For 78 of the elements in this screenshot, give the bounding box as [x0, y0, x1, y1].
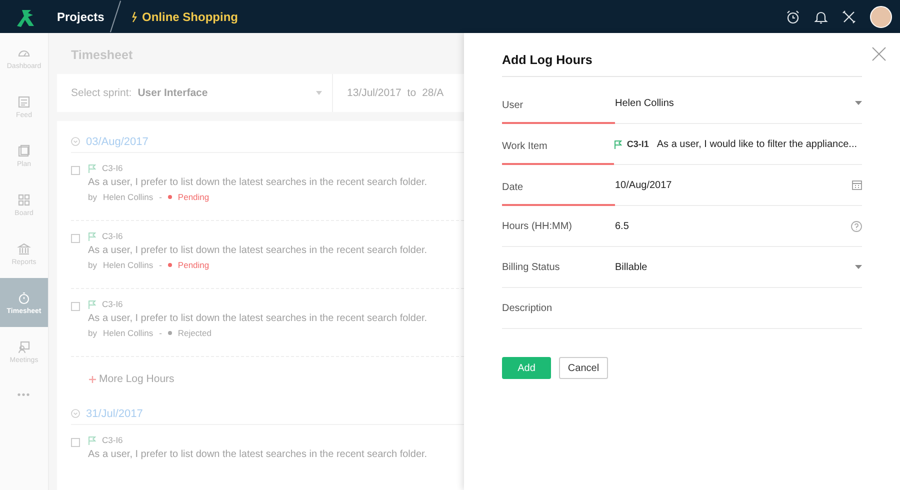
board-icon [17, 192, 31, 206]
separator: - [159, 192, 162, 202]
entry-checkbox[interactable] [71, 166, 80, 175]
input-field[interactable]: Hours (HH:MM) 6.5 [502, 206, 862, 247]
collapse-icon[interactable] [71, 409, 80, 418]
user-name: Helen Collins [102, 260, 154, 270]
close-icon[interactable] [872, 47, 886, 61]
field-label: Date [502, 180, 615, 206]
field-value: As a user, I would like to filter the appliance... [656, 138, 857, 150]
status-text: Pending [178, 192, 210, 202]
range-to: to [407, 87, 416, 99]
input-field[interactable]: Date 10/Aug/2017 [502, 165, 862, 206]
item-id: C3-I6 [102, 231, 123, 241]
work-item-id: C3-I1 [626, 139, 649, 149]
dropdown-caret-icon [316, 91, 322, 95]
range-start: 13/Jul/2017 [347, 87, 402, 99]
entry-checkbox[interactable] [71, 234, 80, 243]
field-value: Helen Collins [615, 98, 674, 108]
status-text: Pending [178, 260, 210, 270]
dropdown-caret-icon[interactable] [855, 265, 862, 269]
flag-icon [88, 300, 96, 308]
input-field[interactable]: Work Item C3-I1 As a user, I would like to filter the appliance... [502, 124, 862, 165]
more-log-hours-link[interactable]: More Log Hours [71, 365, 464, 403]
field-value: 6.5 [615, 220, 629, 232]
dropdown-field[interactable]: Billing Status Billable [502, 247, 862, 288]
field-label: Billing Status [502, 262, 561, 273]
flag-icon [88, 232, 96, 240]
entry-checkbox[interactable] [71, 438, 80, 447]
flag-icon [614, 140, 622, 148]
item-id: C3-I6 [102, 299, 123, 309]
help-icon[interactable] [851, 220, 862, 232]
group-date[interactable]: 31/Jul/2017 [86, 408, 143, 420]
group-date[interactable]: 03/Aug/2017 [86, 136, 148, 148]
dropdown-caret-icon[interactable] [855, 101, 862, 105]
item-description: As a user, I prefer to list down the latest searches in the recent search folder. [88, 177, 428, 188]
flag-icon [88, 164, 96, 172]
sprint-select[interactable]: Select sprint: User Interface [57, 74, 333, 112]
stopwatch-icon [17, 290, 31, 304]
plan-icon [17, 144, 31, 158]
field-label: Hours (HH:MM) [502, 221, 573, 232]
item-id: C3-I6 [102, 435, 123, 445]
item-description: As a user, I prefer to list down the latest searches in the recent search folder. [88, 245, 428, 256]
by-label: by [88, 260, 97, 270]
input-field[interactable]: Description [502, 288, 862, 329]
dialog-title: Add Log Hours [502, 33, 862, 77]
more-menu[interactable]: ••• [0, 390, 48, 401]
project-name[interactable]: Online Shopping [142, 10, 238, 24]
by-label: by [88, 192, 97, 202]
meeting-icon [17, 340, 31, 354]
item-description: As a user, I prefer to list down the latest searches in the recent search folder. [88, 313, 428, 324]
separator: - [159, 328, 162, 338]
field-value: Billable [615, 262, 648, 272]
collapse-icon[interactable] [71, 137, 80, 146]
dropdown-field[interactable]: User Helen Collins [502, 83, 862, 124]
plus-icon [89, 376, 96, 382]
alarm-clock-icon[interactable] [786, 10, 800, 24]
feed-icon [17, 94, 31, 108]
field-label: User [502, 98, 615, 124]
user-name: Helen Collins [102, 328, 154, 338]
field-label: Work Item [502, 139, 614, 165]
user-avatar[interactable] [870, 6, 892, 28]
item-description: As a user, I prefer to list down the latest searches in the recent search folder. [88, 449, 428, 460]
item-id: C3-I6 [102, 163, 123, 173]
field-label: Description [502, 303, 554, 314]
calendar-icon[interactable] [852, 180, 862, 190]
app-name[interactable]: Projects [57, 10, 115, 24]
field-value: 10/Aug/2017 [615, 180, 672, 190]
bell-icon[interactable] [814, 10, 828, 24]
separator: - [159, 260, 162, 270]
by-label: by [88, 328, 97, 338]
user-name: Helen Collins [102, 192, 154, 202]
range-end: 28/A [422, 87, 444, 99]
building-icon [17, 242, 31, 256]
flag-icon [88, 436, 96, 444]
add-button[interactable]: Add [502, 357, 551, 379]
cancel-button[interactable]: Cancel [559, 357, 608, 379]
entry-checkbox[interactable] [71, 302, 80, 311]
status-text: Rejected [178, 328, 212, 338]
